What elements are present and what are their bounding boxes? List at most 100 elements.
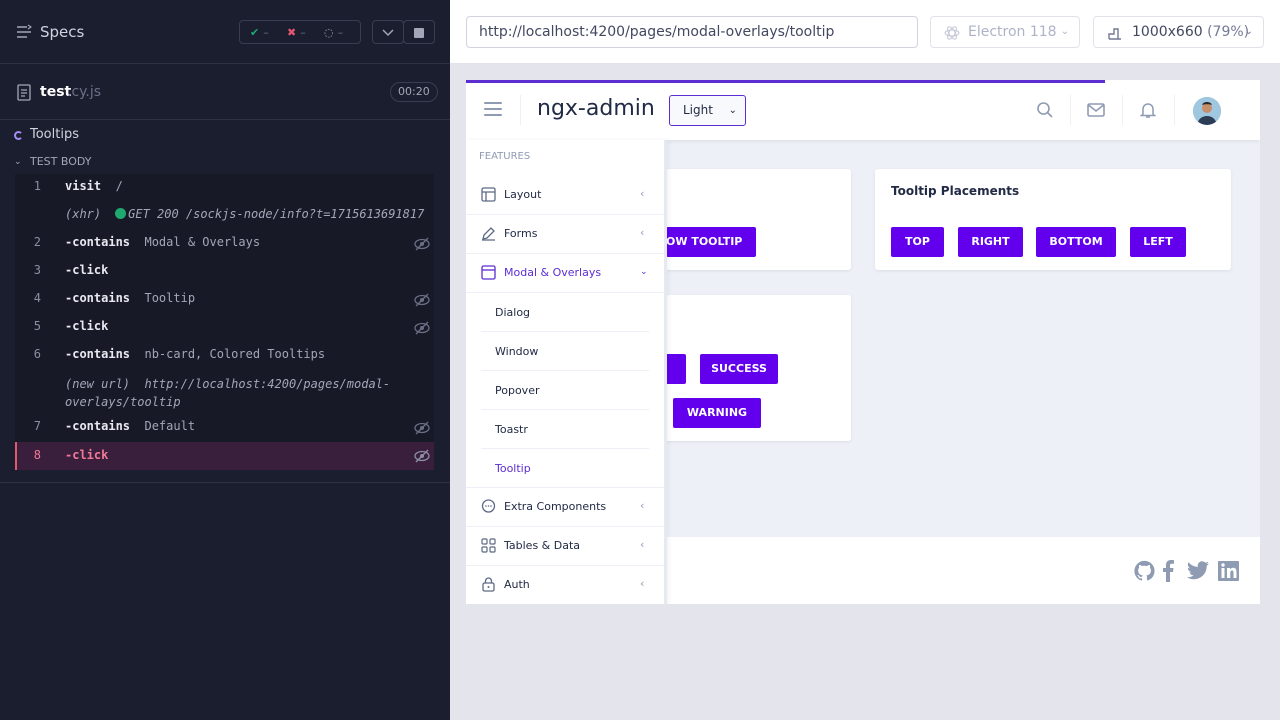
viewport-selector[interactable]: 1000x660 (79%) ⌄ — [1093, 16, 1264, 48]
command-row[interactable]: 5 -click — [15, 319, 434, 341]
chevron-left-icon: ‹ — [640, 187, 645, 200]
command-name: -contains Tooltip — [65, 291, 196, 305]
eye-off-icon[interactable] — [414, 237, 430, 251]
sidebar-subitem-popover[interactable]: Popover — [481, 371, 649, 410]
command-name: (new url) http://localhost:4200/pages/mo… — [65, 377, 391, 409]
command-row[interactable]: 4 -contains Tooltip — [15, 291, 434, 313]
viewport-icon — [1108, 28, 1121, 40]
test-body-label[interactable]: TEST BODY — [30, 155, 91, 168]
message-icon — [481, 499, 496, 513]
email-icon[interactable] — [1087, 101, 1105, 119]
command-row[interactable]: (xhr) GET 200 /sockjs-node/info?t=1715613… — [15, 207, 434, 229]
bell-icon[interactable] — [1139, 101, 1157, 119]
facebook-icon[interactable] — [1162, 560, 1174, 582]
eye-off-icon[interactable] — [414, 293, 430, 307]
chevron-down-icon: ⌄ — [728, 105, 737, 116]
bottom-button[interactable]: BOTTOM — [1036, 227, 1116, 257]
edit-icon — [482, 227, 495, 241]
right-button[interactable]: RIGHT — [958, 227, 1023, 257]
success-button[interactable]: SUCCESS — [700, 354, 778, 384]
chevron-left-icon: ‹ — [640, 538, 645, 551]
viewport-scale: (79%) — [1207, 24, 1250, 40]
command-number: 1 — [33, 179, 41, 193]
sidebar-subitem-window[interactable]: Window — [481, 332, 649, 371]
specs-label[interactable]: Specs — [40, 23, 84, 41]
sidebar-item-extra-components[interactable]: Extra Components ‹ — [466, 488, 664, 527]
top-button[interactable]: TOP — [891, 227, 944, 257]
user-avatar-icon — [1193, 97, 1221, 125]
tooltip-placements-card: Tooltip Placements TOP RIGHT BOTTOM LEFT — [875, 169, 1231, 270]
command-name: visit / — [65, 179, 123, 193]
sidebar-item-label: Layout — [504, 188, 542, 201]
electron-icon — [944, 26, 960, 40]
command-row[interactable]: 6 -contains nb-card, Colored Tooltips — [15, 347, 434, 369]
sidebar-item-label: Modal & Overlays — [504, 266, 602, 279]
pending-stat: ◌ – — [314, 26, 351, 39]
left-button[interactable]: LEFT — [1130, 227, 1186, 257]
command-name: (xhr) GET 200 /sockjs-node/info?t=1715613… — [65, 207, 425, 221]
sidebar-item-modal-overlays[interactable]: Modal & Overlays ⌄ — [466, 254, 664, 293]
eye-off-icon[interactable] — [414, 321, 430, 335]
passed-count: – — [263, 25, 269, 39]
chevron-left-icon: ‹ — [640, 499, 645, 512]
sidebar-subitem-dialog[interactable]: Dialog — [481, 293, 649, 332]
stop-button[interactable] — [403, 20, 435, 44]
menu-toggle-icon[interactable] — [484, 102, 502, 116]
github-icon[interactable] — [1133, 560, 1156, 582]
test-stats: ✔ – ✖ – ◌ – — [239, 20, 361, 44]
command-row[interactable]: 3 -click — [15, 263, 434, 285]
chevron-down-icon: ⌄ — [640, 267, 648, 277]
command-name: -contains Default — [65, 419, 196, 433]
command-row[interactable]: 1 visit / — [15, 179, 434, 201]
chevron-down-icon — [382, 29, 394, 37]
spinner-icon: ◌ — [324, 25, 334, 39]
brand-logo[interactable]: ngx-admin — [537, 96, 655, 121]
sidebar-subitem-label: Tooltip — [495, 462, 531, 475]
sidebar-subitem-toastr[interactable]: Toastr — [481, 410, 649, 449]
specs-list-icon[interactable] — [16, 24, 32, 40]
theme-select[interactable]: Light ⌄ — [669, 95, 746, 126]
card-title: Tooltip Placements — [891, 184, 1020, 198]
linkedin-icon[interactable] — [1218, 560, 1240, 582]
suite-title[interactable]: Tooltips — [30, 127, 79, 142]
avatar[interactable] — [1193, 97, 1221, 125]
warning-button[interactable]: WARNING — [673, 398, 761, 428]
expand-button[interactable] — [372, 20, 404, 44]
eye-off-icon[interactable] — [414, 421, 430, 435]
url-bar[interactable]: http://localhost:4200/pages/modal-overla… — [466, 16, 918, 48]
search-icon[interactable] — [1036, 101, 1054, 119]
eye-off-icon[interactable] — [414, 449, 430, 463]
pending-count: – — [337, 25, 344, 39]
sidebar-scrollbar[interactable] — [664, 140, 667, 604]
sidebar-item-auth[interactable]: Auth ‹ — [466, 566, 664, 604]
sidebar-subitem-tooltip[interactable]: Tooltip — [481, 449, 649, 488]
sidebar: FEATURES Layout ‹ Forms ‹ Modal & Overla… — [466, 140, 667, 604]
command-number: 5 — [33, 319, 41, 333]
browser-selector[interactable]: Electron 118 ⌄ — [930, 16, 1080, 48]
divider — [1174, 95, 1175, 125]
cross-icon: ✖ — [287, 25, 297, 39]
run-duration: 00:20 — [390, 82, 438, 102]
sidebar-item-layout[interactable]: Layout ‹ — [466, 176, 664, 215]
command-name: -click — [65, 448, 109, 462]
sidebar-item-label: Forms — [504, 227, 538, 240]
chevron-down-icon: ⌄ — [1060, 26, 1069, 37]
command-row-active[interactable]: 8 -click — [15, 442, 434, 470]
app-header: ngx-admin Light ⌄ — [466, 80, 1260, 140]
running-indicator-icon — [14, 131, 23, 140]
stop-icon — [414, 28, 424, 38]
sidebar-item-forms[interactable]: Forms ‹ — [466, 215, 664, 254]
command-log: 1 visit / (xhr) GET 200 /sockjs-node/info… — [15, 174, 434, 470]
sidebar-item-tables-data[interactable]: Tables & Data ‹ — [466, 527, 664, 566]
tooltip-with-icon-card: OW TOOLTIP — [651, 169, 851, 270]
command-number: 6 — [33, 347, 41, 361]
command-row[interactable]: 2 -contains Modal & Overlays — [15, 235, 434, 257]
failed-stat: ✖ – — [277, 26, 314, 39]
sidebar-subitem-label: Popover — [495, 384, 540, 397]
sidebar-subitem-label: Dialog — [495, 306, 531, 319]
command-row[interactable]: (new url) http://localhost:4200/pages/mo… — [15, 375, 434, 415]
app-viewport: OW TOOLTIP Tooltip Placements TOP RIGHT … — [466, 80, 1260, 604]
command-row[interactable]: 7 -contains Default — [15, 419, 434, 441]
show-tooltip-button[interactable]: OW TOOLTIP — [666, 227, 756, 257]
twitter-icon[interactable] — [1186, 560, 1210, 582]
